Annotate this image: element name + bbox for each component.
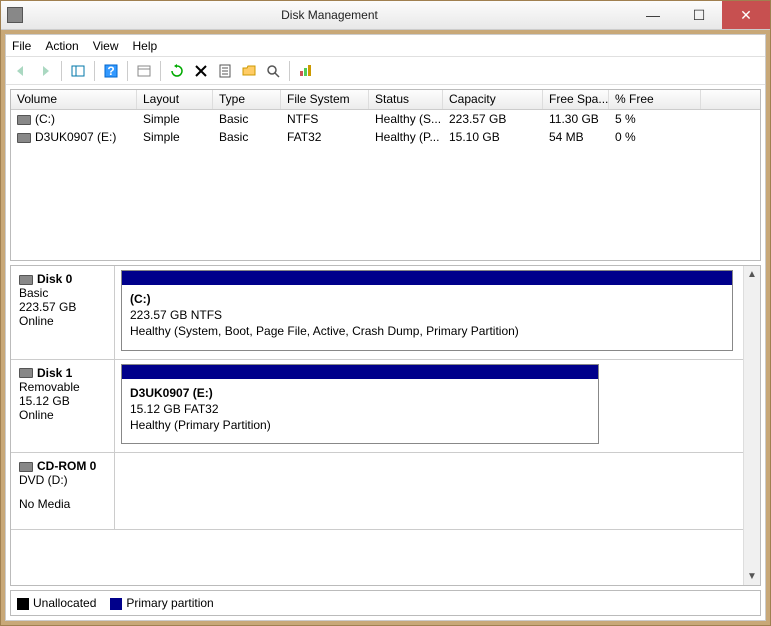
app-icon [7, 7, 23, 23]
col-capacity[interactable]: Capacity [443, 90, 543, 109]
window-title: Disk Management [29, 8, 630, 22]
cell-type: Basic [213, 111, 281, 127]
partition-sub: 15.12 GB FAT32 [130, 401, 590, 417]
disk-management-window: Disk Management — ☐ ✕ File Action View H… [0, 0, 771, 626]
disk-state: Online [19, 314, 106, 328]
disk-graphic: (C:)223.57 GB NTFSHealthy (System, Boot,… [115, 266, 743, 359]
disk-label[interactable]: CD-ROM 0DVD (D:) No Media [11, 453, 115, 529]
partition-title: D3UK0907 (E:) [130, 385, 590, 401]
scroll-up-icon[interactable]: ▲ [744, 266, 760, 283]
disk-state: No Media [19, 497, 106, 511]
cell-status: Healthy (S... [369, 111, 443, 127]
disk-label[interactable]: Disk 1Removable15.12 GBOnline [11, 360, 115, 453]
refresh-button[interactable] [166, 60, 188, 82]
partition-sub: 223.57 GB NTFS [130, 307, 724, 323]
cell-free: 11.30 GB [543, 111, 609, 127]
partition-header [122, 365, 598, 379]
table-header: Volume Layout Type File System Status Ca… [11, 90, 760, 110]
cell-layout: Simple [137, 129, 213, 145]
show-hide-console-tree-button[interactable] [67, 60, 89, 82]
cell-status: Healthy (P... [369, 129, 443, 145]
col-status[interactable]: Status [369, 90, 443, 109]
menu-help[interactable]: Help [133, 39, 158, 53]
cell-pct: 0 % [609, 129, 701, 145]
disk-size: 15.12 GB [19, 394, 106, 408]
cell-type: Basic [213, 129, 281, 145]
partition-title: (C:) [130, 291, 724, 307]
cell-fs: FAT32 [281, 129, 369, 145]
disk-row: Disk 0Basic223.57 GBOnline(C:)223.57 GB … [11, 266, 743, 360]
vertical-scrollbar[interactable]: ▲ ▼ [743, 266, 760, 585]
disk-icon [19, 275, 33, 285]
cell-capacity: 15.10 GB [443, 129, 543, 145]
col-pctfree[interactable]: % Free [609, 90, 701, 109]
toolbar: ? [6, 57, 765, 85]
disk-type: DVD (D:) [19, 473, 106, 487]
cell-free: 54 MB [543, 129, 609, 145]
help-button[interactable]: ? [100, 60, 122, 82]
open-folder-button[interactable] [238, 60, 260, 82]
volume-list[interactable]: Volume Layout Type File System Status Ca… [10, 89, 761, 261]
cell-volume: D3UK0907 (E:) [11, 129, 137, 145]
disk-name: Disk 1 [37, 366, 72, 380]
legend-unallocated: Unallocated [17, 596, 96, 610]
menu-view[interactable]: View [93, 39, 119, 53]
forward-button[interactable] [34, 60, 56, 82]
legend: Unallocated Primary partition [10, 590, 761, 616]
legend-primary: Primary partition [110, 596, 213, 610]
partition[interactable]: D3UK0907 (E:)15.12 GB FAT32Healthy (Prim… [121, 364, 599, 445]
cell-volume: (C:) [11, 111, 137, 127]
title-bar[interactable]: Disk Management — ☐ ✕ [1, 1, 770, 30]
partition-header [122, 271, 732, 285]
delete-button[interactable] [190, 60, 212, 82]
disk-icon [19, 368, 33, 378]
menu-action[interactable]: Action [45, 39, 78, 53]
disk-type: Removable [19, 380, 106, 394]
cell-layout: Simple [137, 111, 213, 127]
menu-bar: File Action View Help [6, 35, 765, 57]
chart-button[interactable] [295, 60, 317, 82]
table-row[interactable]: (C:)SimpleBasicNTFSHealthy (S...223.57 G… [11, 110, 760, 128]
partition[interactable]: (C:)223.57 GB NTFSHealthy (System, Boot,… [121, 270, 733, 351]
partition-status: Healthy (System, Boot, Page File, Active… [130, 323, 724, 339]
cell-capacity: 223.57 GB [443, 111, 543, 127]
disk-name: Disk 0 [37, 272, 72, 286]
maximize-button[interactable]: ☐ [676, 1, 722, 29]
disk-name: CD-ROM 0 [37, 459, 96, 473]
disk-label[interactable]: Disk 0Basic223.57 GBOnline [11, 266, 115, 359]
settings-button[interactable] [133, 60, 155, 82]
disk-icon [19, 462, 33, 472]
partition-status: Healthy (Primary Partition) [130, 417, 590, 433]
disk-row: Disk 1Removable15.12 GBOnlineD3UK0907 (E… [11, 360, 743, 454]
unallocated-swatch-icon [17, 598, 29, 610]
col-filesystem[interactable]: File System [281, 90, 369, 109]
disk-graphic [115, 453, 743, 529]
disk-state: Online [19, 408, 106, 422]
volume-icon [17, 115, 31, 125]
disk-graphical-view: Disk 0Basic223.57 GBOnline(C:)223.57 GB … [10, 265, 761, 586]
svg-text:?: ? [107, 64, 114, 78]
disk-row: CD-ROM 0DVD (D:) No Media [11, 453, 743, 530]
disk-size: 223.57 GB [19, 300, 106, 314]
scroll-down-icon[interactable]: ▼ [744, 568, 760, 585]
menu-file[interactable]: File [12, 39, 31, 53]
col-freespace[interactable]: Free Spa... [543, 90, 609, 109]
cell-pct: 5 % [609, 111, 701, 127]
minimize-button[interactable]: — [630, 1, 676, 29]
col-type[interactable]: Type [213, 90, 281, 109]
close-button[interactable]: ✕ [722, 1, 770, 29]
search-button[interactable] [262, 60, 284, 82]
primary-swatch-icon [110, 598, 122, 610]
disk-graphic: D3UK0907 (E:)15.12 GB FAT32Healthy (Prim… [115, 360, 743, 453]
back-button[interactable] [10, 60, 32, 82]
col-volume[interactable]: Volume [11, 90, 137, 109]
volume-icon [17, 133, 31, 143]
disk-type: Basic [19, 286, 106, 300]
col-layout[interactable]: Layout [137, 90, 213, 109]
properties-button[interactable] [214, 60, 236, 82]
cell-fs: NTFS [281, 111, 369, 127]
table-row[interactable]: D3UK0907 (E:)SimpleBasicFAT32Healthy (P.… [11, 128, 760, 146]
